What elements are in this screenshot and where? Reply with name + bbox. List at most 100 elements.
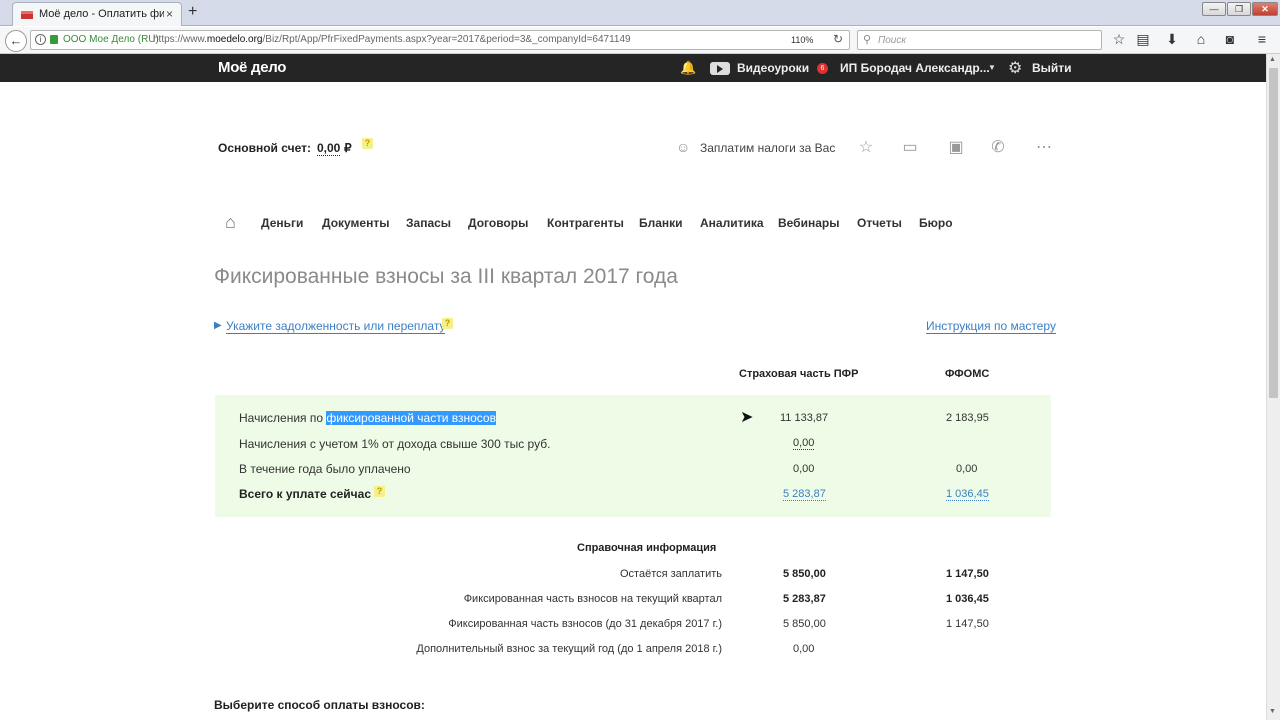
chat-icon[interactable]: ⋯ [1034, 137, 1054, 157]
youtube-icon[interactable] [710, 62, 730, 75]
payment-method-heading: Выберите способ оплаты взносов: [214, 698, 425, 712]
pay-taxes-link[interactable]: Заплатим налоги за Вас [700, 141, 835, 155]
expand-triangle-icon[interactable]: ▶ [214, 320, 222, 331]
ref-remaining-label: Остаётся заплатить [620, 568, 722, 580]
column-header-pfr: Страховая часть ПФР [739, 368, 859, 380]
nav-item-money[interactable]: Деньги [261, 216, 303, 230]
download-icon[interactable]: ⬇ [1163, 31, 1181, 48]
ref-quarter-pfr: 5 283,87 [783, 593, 826, 605]
search-placeholder: Поиск [878, 35, 907, 46]
ref-year-pfr: 5 850,00 [783, 618, 826, 630]
ref-year-label: Фиксированная часть взносов (до 31 декаб… [448, 618, 722, 630]
notification-badge[interactable]: 6 [817, 63, 828, 74]
url-text[interactable]: https://www.moedelo.org/Biz/Rpt/App/PfrF… [153, 34, 631, 45]
page-scrollbar[interactable]: ▲ ▼ [1266, 54, 1280, 720]
favorites-star-icon[interactable]: ☆ [856, 137, 876, 157]
browser-navbar: ← i ООО Мое Дело (RU) https://www.moedel… [0, 27, 1280, 54]
row-paid-pfr: 0,00 [793, 463, 815, 475]
browser-tab[interactable]: Моё дело - Оплатить фикс × [12, 2, 182, 26]
window-close-button[interactable]: ✕ [1252, 2, 1278, 16]
site-logo[interactable]: Моё дело [218, 59, 286, 76]
window-minimize-button[interactable]: — [1202, 2, 1226, 16]
phone-icon[interactable]: ✆ [988, 137, 1008, 157]
ref-remaining-pfr: 5 850,00 [783, 568, 826, 580]
debt-overpayment-link[interactable]: Укажите задолженность или переплату [226, 319, 446, 334]
window-maximize-button[interactable]: ❐ [1227, 2, 1251, 16]
url-path: /Biz/Rpt/App/PfrFixedPayments.aspx?year=… [262, 34, 631, 45]
nav-item-stock[interactable]: Запасы [406, 216, 451, 230]
account-balance[interactable]: 0,00 [317, 141, 341, 156]
ref-quarter-label: Фиксированная часть взносов на текущий к… [463, 593, 722, 605]
reference-title: Справочная информация [577, 542, 717, 554]
reload-icon[interactable]: ↻ [833, 32, 843, 46]
site-header: Моё дело 🔔 Видеоуроки 6 ИП Бородач Алекс… [0, 54, 1266, 82]
url-domain: moedelo.org [206, 34, 263, 45]
row-one-percent-pfr[interactable]: 0,00 [793, 437, 815, 450]
bookmarks-list-icon[interactable]: ▤ [1134, 31, 1152, 48]
selected-text: фиксированной части взносов [326, 411, 496, 425]
nav-item-documents[interactable]: Документы [322, 216, 389, 230]
row-accrued-ffoms: 2 183,95 [946, 412, 989, 424]
nav-item-contracts[interactable]: Договоры [468, 216, 528, 230]
row-accrued-prefix: Начисления по [239, 411, 327, 425]
help-icon[interactable]: ? [362, 138, 373, 149]
ruble-icon: ₽ [344, 141, 352, 155]
nav-item-bureau[interactable]: Бюро [919, 216, 953, 230]
logout-link[interactable]: Выйти [1032, 61, 1072, 75]
row-paid-label: В течение года было уплачено [239, 462, 411, 476]
zoom-level[interactable]: 110% [791, 35, 813, 45]
row-total-label: Всего к уплате сейчас [239, 487, 371, 501]
tab-close-icon[interactable]: × [166, 7, 173, 21]
page-title: Фиксированные взносы за III квартал 2017… [214, 265, 678, 288]
row-accrued-pfr: 11 133,87 [780, 412, 829, 424]
messages-icon[interactable]: ▭ [900, 137, 920, 157]
wizard-guide-link[interactable]: Инструкция по мастеру [926, 319, 1056, 334]
row-total-ffoms-link[interactable]: 1 036,45 [946, 488, 989, 501]
gear-icon[interactable]: ⚙ [1008, 58, 1022, 78]
pocket-icon[interactable]: ◙ [1221, 31, 1239, 47]
scroll-down-icon[interactable]: ▼ [1269, 708, 1276, 715]
nav-item-reports[interactable]: Отчеты [857, 216, 902, 230]
row-accrued-label: Начисления по фиксированной части взносо… [239, 411, 496, 425]
person-icon: ☺ [676, 139, 691, 155]
help-icon[interactable]: ? [374, 486, 385, 497]
nav-item-analytics[interactable]: Аналитика [700, 216, 764, 230]
home-icon[interactable]: ⌂ [225, 212, 236, 233]
column-header-ffoms: ФФОМС [945, 368, 990, 380]
scroll-thumb[interactable] [1269, 68, 1278, 398]
browser-tabbar: Моё дело - Оплатить фикс × + — ❐ ✕ [0, 0, 1280, 26]
ref-remaining-ffoms: 1 147,50 [946, 568, 989, 580]
menu-icon[interactable]: ≡ [1253, 31, 1271, 47]
ref-additional-pfr: 0,00 [793, 643, 815, 655]
mouse-cursor-icon: ➤ [740, 409, 754, 426]
contact-card-icon[interactable]: ▣ [946, 137, 966, 157]
search-input[interactable]: ⚲ Поиск [857, 30, 1102, 50]
ref-additional-label: Дополнительный взнос за текущий год (до … [416, 643, 722, 655]
favicon-icon [21, 11, 33, 19]
new-tab-button[interactable]: + [188, 3, 197, 21]
video-lessons-link[interactable]: Видеоуроки [737, 61, 809, 75]
site-identity[interactable]: ООО Мое Дело (RU) [63, 34, 159, 45]
bookmark-star-icon[interactable]: ☆ [1110, 31, 1128, 48]
row-total-pfr-link[interactable]: 5 283,87 [783, 488, 826, 501]
account-label: Основной счет: [218, 141, 311, 155]
chevron-down-icon[interactable]: ▼ [988, 63, 996, 72]
user-menu[interactable]: ИП Бородач Александр... [840, 61, 990, 75]
info-icon[interactable]: i [35, 34, 46, 45]
ref-quarter-ffoms: 1 036,45 [946, 593, 989, 605]
tab-title: Моё дело - Оплатить фикс [39, 8, 164, 20]
help-icon[interactable]: ? [442, 318, 453, 329]
nav-item-forms[interactable]: Бланки [639, 216, 683, 230]
url-bar[interactable]: i ООО Мое Дело (RU) https://www.moedelo.… [30, 30, 850, 50]
back-button[interactable]: ← [5, 30, 27, 52]
bell-icon[interactable]: 🔔 [680, 60, 696, 76]
nav-item-counterparties[interactable]: Контрагенты [547, 216, 624, 230]
home-icon[interactable]: ⌂ [1192, 31, 1210, 47]
search-icon: ⚲ [863, 34, 872, 46]
scroll-up-icon[interactable]: ▲ [1269, 56, 1276, 63]
ref-year-ffoms: 1 147,50 [946, 618, 989, 630]
nav-item-webinars[interactable]: Вебинары [778, 216, 839, 230]
row-one-percent-label: Начисления с учетом 1% от дохода свыше 3… [239, 437, 551, 451]
url-prefix: https://www. [153, 34, 207, 45]
lock-icon [50, 35, 58, 44]
